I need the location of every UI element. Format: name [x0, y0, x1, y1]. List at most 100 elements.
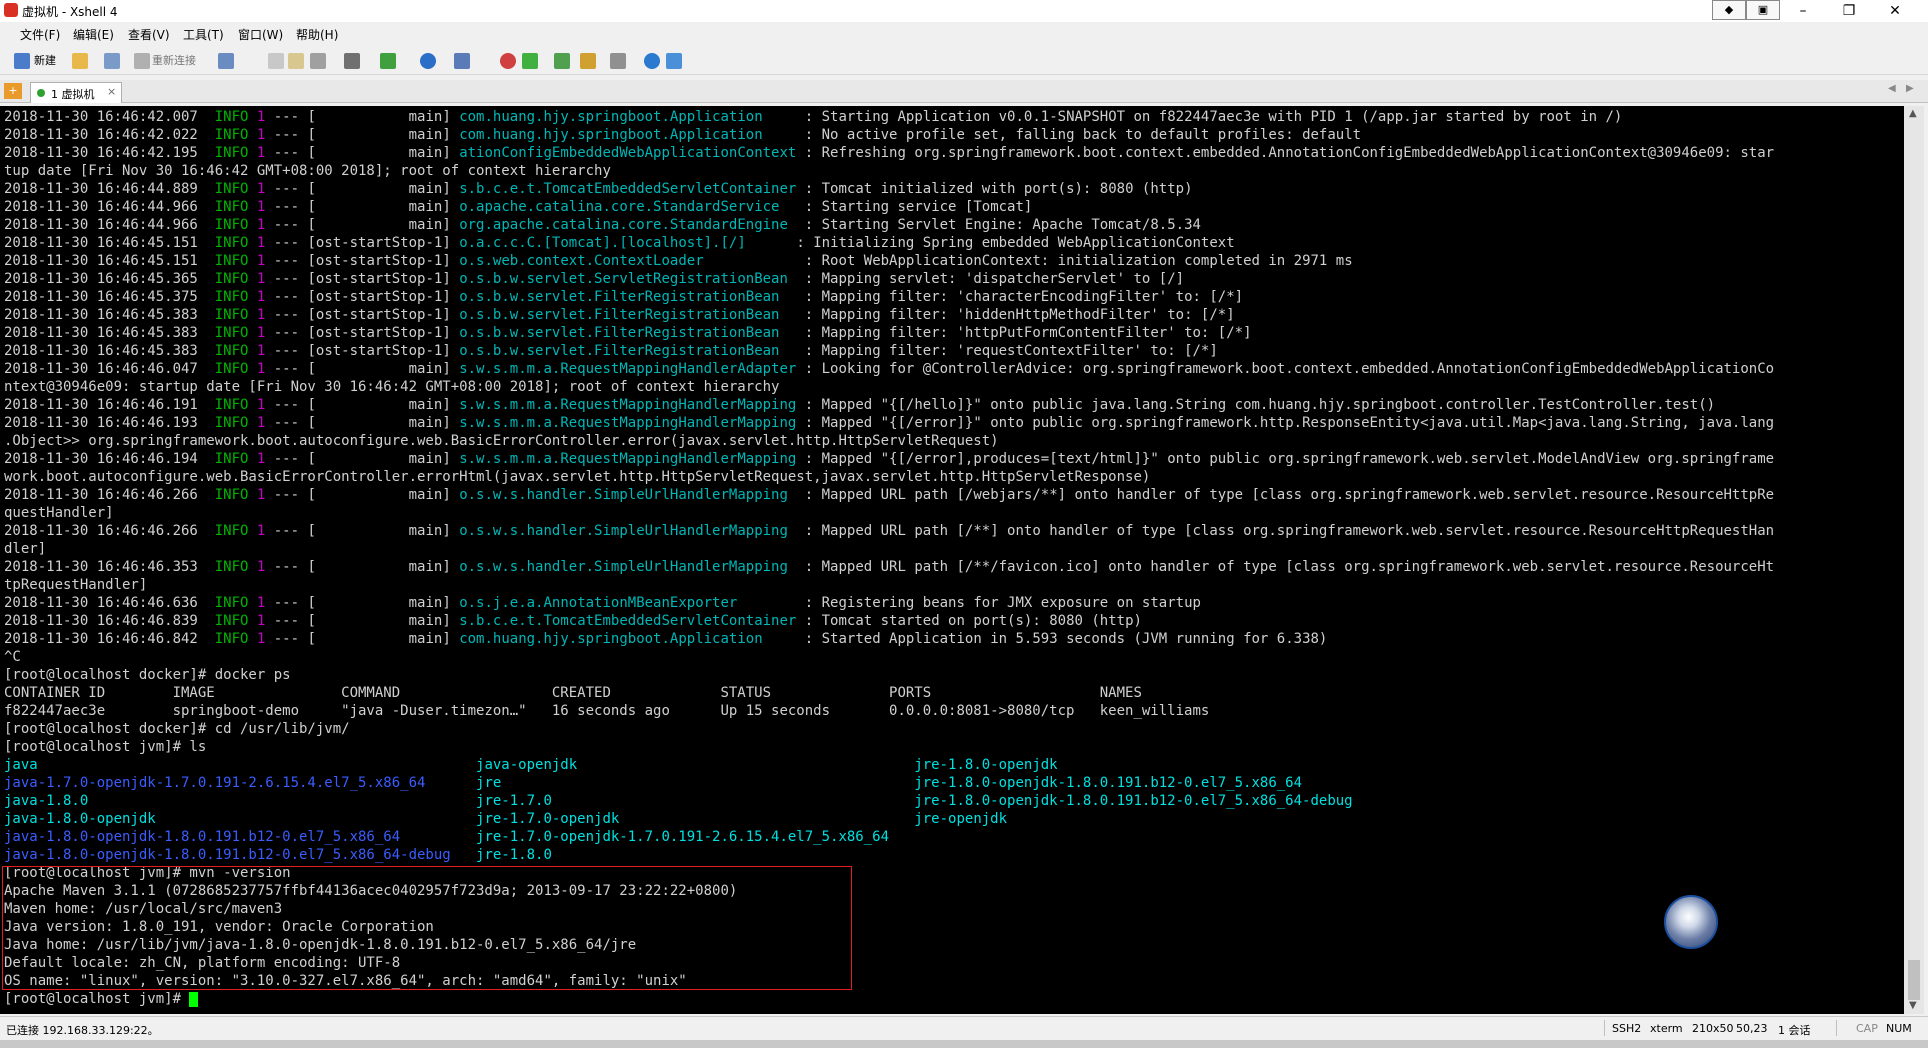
terminal-segment: jre [476, 775, 915, 791]
terminal-line: 2018-11-30 16:46:45.383 INFO 1 --- [ost-… [4, 306, 1774, 324]
menu-help[interactable]: 帮助(H) [296, 26, 338, 43]
scroll-up-icon[interactable]: ▲ [1909, 108, 1917, 119]
terminal-segment: com.huang.hjy.springboot.Application [459, 127, 797, 143]
terminal-segment: jre-1.8.0-openjdk-1.8.0.191.b12-0.el7_5.… [914, 793, 1353, 809]
terminal-segment: 2018-11-30 16:46:46.266 [4, 487, 215, 503]
terminal-segment: --- [ main] [265, 217, 460, 233]
terminal-line: 2018-11-30 16:46:46.193 INFO 1 --- [ mai… [4, 414, 1774, 432]
terminal-segment: o.s.j.e.a.AnnotationMBeanExporter [459, 595, 797, 611]
terminal-segment: s.b.c.e.t.TomcatEmbeddedServletContainer [459, 181, 797, 197]
scroll-down-icon[interactable]: ▼ [1909, 1000, 1917, 1011]
terminal-segment: --- [ost-startStop-1] [265, 343, 460, 359]
close-button[interactable]: ✕ [1872, 0, 1918, 22]
terminal-line: 2018-11-30 16:46:46.636 INFO 1 --- [ mai… [4, 594, 1774, 612]
maximize-button[interactable]: ❐ [1826, 0, 1872, 22]
terminal-segment: : Mapping filter: 'httpPutFormContentFil… [796, 325, 1252, 341]
terminal-segment: INFO [214, 217, 249, 233]
terminal-segment: o.s.b.w.servlet.FilterRegistrationBean [459, 343, 797, 359]
caps-lock-status: CAP [1856, 1022, 1878, 1035]
find-icon[interactable] [310, 53, 326, 69]
title-bar: 虚拟机 - Xshell 4 ◆ ▣ – ❐ ✕ [0, 0, 1928, 22]
link-icon[interactable] [104, 53, 120, 69]
layout-icon[interactable] [554, 53, 570, 69]
terminal-type-status: xterm [1650, 1022, 1683, 1035]
menu-tools[interactable]: 工具(T) [183, 26, 224, 43]
menu-window[interactable]: 窗口(W) [238, 26, 283, 43]
chat-icon[interactable] [666, 53, 682, 69]
globe-icon[interactable] [420, 53, 436, 69]
terminal-segment: : No active profile set, falling back to… [796, 127, 1362, 143]
terminal-segment: INFO [214, 307, 249, 323]
terminal-segment: s.w.s.m.m.a.RequestMappingHandlerMapping [459, 397, 797, 413]
terminal-line: questHandler] [4, 504, 1774, 522]
menu-file[interactable]: 文件(F) [20, 26, 60, 43]
terminal-line: Maven home: /usr/local/src/maven3 [4, 900, 1774, 918]
scrollbar-thumb[interactable] [1908, 960, 1920, 1000]
new-session-button[interactable]: 新建 [34, 52, 56, 70]
terminal-output[interactable]: 2018-11-30 16:46:42.007 INFO 1 --- [ mai… [0, 106, 1904, 1014]
terminal-line: [root@localhost docker]# docker ps [4, 666, 1774, 684]
terminal-segment: INFO [214, 109, 249, 125]
terminal-line: ntext@30946e09: startup date [Fri Nov 30… [4, 378, 1774, 396]
terminal-segment: jre-1.8.0 [476, 847, 552, 863]
terminal-line: 2018-11-30 16:46:46.266 INFO 1 --- [ mai… [4, 522, 1774, 540]
status-divider [1836, 1020, 1837, 1036]
terminal-line: 2018-11-30 16:46:46.842 INFO 1 --- [ mai… [4, 630, 1774, 648]
terminal-line: 2018-11-30 16:46:46.047 INFO 1 --- [ mai… [4, 360, 1774, 378]
terminal-segment: --- [ost-startStop-1] [265, 325, 460, 341]
terminal-line: CONTAINER ID IMAGE COMMAND CREATED STATU… [4, 684, 1774, 702]
terminal-segment: : Starting Application v0.0.1-SNAPSHOT o… [796, 109, 1623, 125]
properties-icon[interactable] [218, 53, 234, 69]
terminal-segment: --- [ost-startStop-1] [265, 307, 460, 323]
terminal-segment: --- [ main] [265, 415, 460, 431]
new-session-icon [14, 53, 30, 69]
terminal-line: Default locale: zh_CN, platform encoding… [4, 954, 1774, 972]
terminal-line: f822447aec3e springboot-demo "java -Duse… [4, 702, 1774, 720]
menu-bar: 文件(F) 编辑(E) 查看(V) 工具(T) 窗口(W) 帮助(H) [0, 24, 1928, 44]
lock-icon[interactable] [580, 53, 596, 69]
xftp-icon[interactable] [500, 53, 516, 69]
menu-edit[interactable]: 编辑(E) [73, 26, 114, 43]
terminal-segment: : Mapped "{[/hello]}" onto public java.l… [796, 397, 1716, 413]
pin-button[interactable]: ▣ [1746, 0, 1780, 20]
terminal-segment: --- [ main] [265, 523, 460, 539]
layout-arrows-button[interactable]: ◆ [1712, 0, 1746, 20]
print-icon[interactable] [344, 53, 360, 69]
tab-session-1[interactable]: 1 虚拟机 × [30, 82, 122, 103]
tab-scroll-left-icon[interactable]: ◀ [1888, 83, 1896, 94]
terminal-segment: INFO [214, 613, 249, 629]
terminal-line: dler] [4, 540, 1774, 558]
terminal-segment: 2018-11-30 16:46:46.636 [4, 595, 215, 611]
floating-avatar-icon[interactable] [1664, 895, 1718, 949]
terminal-segment [248, 631, 256, 647]
menu-view[interactable]: 查看(V) [128, 26, 170, 43]
paste-icon[interactable] [288, 53, 304, 69]
reconnect-icon [134, 53, 150, 69]
transfer-icon[interactable] [380, 53, 396, 69]
terminal-line: java-1.8.0-openjdk-1.8.0.191.b12-0.el7_5… [4, 846, 1774, 864]
minimize-button[interactable]: – [1780, 0, 1826, 22]
terminal-segment: o.a.c.c.C.[Tomcat].[localhost].[/] [459, 235, 788, 251]
tab-add-icon[interactable]: + [4, 83, 22, 99]
green-arrow-icon[interactable] [522, 53, 538, 69]
terminal-segment: tup date [Fri Nov 30 16:46:42 GMT+08:00 … [4, 163, 611, 179]
terminal-line: 2018-11-30 16:46:45.383 INFO 1 --- [ost-… [4, 342, 1774, 360]
terminal-segment: ntext@30946e09: startup date [Fri Nov 30… [4, 379, 780, 395]
protocol-status: SSH2 [1612, 1022, 1642, 1035]
terminal-segment: : Registering beans for JMX exposure on … [796, 595, 1201, 611]
help-icon[interactable] [644, 53, 660, 69]
terminal-segment: jre-1.8.0-openjdk [914, 757, 1058, 773]
tab-scroll-right-icon[interactable]: ▶ [1906, 83, 1914, 94]
terminal-segment: INFO [214, 451, 249, 467]
open-folder-icon[interactable] [72, 53, 88, 69]
terminal-segment: com.huang.hjy.springboot.Application [459, 631, 797, 647]
reconnect-button[interactable]: 重新连接 [152, 52, 196, 70]
keyboard-icon[interactable] [610, 53, 626, 69]
key-icon[interactable] [454, 53, 470, 69]
copy-icon[interactable] [268, 53, 284, 69]
terminal-scrollbar[interactable]: ▲ ▼ [1904, 106, 1924, 1014]
terminal-segment: [root@localhost docker]# cd /usr/lib/jvm… [4, 721, 350, 737]
terminal-segment: [root@localhost jvm]# ls [4, 739, 207, 755]
tab-close-icon[interactable]: × [107, 85, 116, 98]
terminal-segment: OS name: "linux", version: "3.10.0-327.e… [4, 973, 687, 989]
